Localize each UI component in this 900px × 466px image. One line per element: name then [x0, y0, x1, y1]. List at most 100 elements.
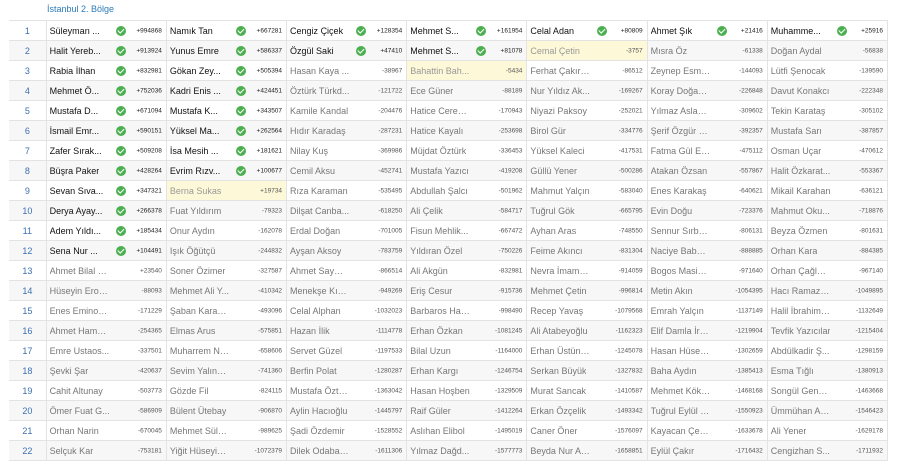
candidate-cell[interactable]: Namık Tan +667281 [165, 20, 288, 41]
candidate-cell[interactable]: Ayşan Aksoy -783759 [286, 240, 408, 261]
candidate-cell[interactable]: Halit Özkarat... -553367 [766, 160, 889, 181]
candidate-cell[interactable]: Davut Konakcı -222348 [766, 80, 889, 101]
candidate-cell[interactable]: Orhan Kara -884385 [766, 240, 889, 261]
candidate-cell[interactable]: Süleyman ... +994868 [45, 20, 167, 41]
candidate-cell[interactable]: Emre Ustaos... -337501 [45, 340, 167, 361]
candidate-cell[interactable]: Esma Tığlı -1380913 [766, 360, 889, 381]
candidate-cell[interactable]: Zeynep Esme... -144093 [646, 60, 768, 81]
candidate-cell[interactable]: Mehmet Çetin -996814 [526, 280, 648, 301]
candidate-cell[interactable]: Tuğrul Gök -665795 [526, 200, 648, 221]
candidate-cell[interactable]: Derya Ayay... +266378 [45, 200, 167, 221]
candidate-cell[interactable]: Cengizhan S... -1711932 [766, 440, 889, 461]
candidate-cell[interactable]: Yiğit Hüseyin ... -1072379 [165, 440, 288, 461]
candidate-cell[interactable]: Raif Güler -1412264 [406, 400, 528, 421]
candidate-cell[interactable]: Özgül Saki +47410 [286, 40, 408, 61]
candidate-cell[interactable]: Halit Yereb... +913924 [45, 40, 167, 61]
candidate-cell[interactable]: Celal Adan +80809 [526, 20, 648, 41]
candidate-cell[interactable]: Hüseyin Eroğlu -88093 [45, 280, 167, 301]
candidate-cell[interactable]: Aylin Hacıoğlu -1445797 [286, 400, 408, 421]
candidate-cell[interactable]: Ali Atabeyoğlu -1162323 [526, 320, 648, 341]
candidate-cell[interactable]: Tekin Karataş -305102 [766, 100, 889, 121]
candidate-cell[interactable]: Mustafa Sarı -387857 [766, 120, 889, 141]
candidate-cell[interactable]: Rabia İlhan +832981 [45, 60, 167, 81]
candidate-cell[interactable]: Hatice Kayalı -253698 [406, 120, 528, 141]
candidate-cell[interactable]: Sevim Yalınkılıç -741360 [165, 360, 288, 381]
candidate-cell[interactable]: Zafer Sırak... +509208 [45, 140, 167, 161]
candidate-cell[interactable]: Hazan İlik -1114778 [286, 320, 408, 341]
candidate-cell[interactable]: Hıdır Karadaş -287231 [286, 120, 408, 141]
candidate-cell[interactable]: Gökan Zey... +505394 [165, 60, 288, 81]
candidate-cell[interactable]: Soner Özimer -327587 [165, 260, 288, 281]
candidate-cell[interactable]: Yıldıran Özel -750226 [406, 240, 528, 261]
candidate-cell[interactable]: Mehmet Süle... -989625 [165, 420, 288, 441]
candidate-cell[interactable]: Şerif Özgür U... -392357 [646, 120, 768, 141]
candidate-cell[interactable]: Işık Öğütçü -244832 [165, 240, 288, 261]
candidate-cell[interactable]: Kayacan Çen... -1633678 [646, 420, 768, 441]
candidate-cell[interactable]: Celal Alphan -1032023 [286, 300, 408, 321]
candidate-cell[interactable]: Gözde Fil -824115 [165, 380, 288, 401]
candidate-cell[interactable]: Öztürk Türkd... -121722 [286, 80, 408, 101]
candidate-cell[interactable]: Kamile Kandal -204476 [286, 100, 408, 121]
candidate-cell[interactable]: Şadi Özdemir -1528552 [286, 420, 408, 441]
candidate-cell[interactable]: Koray Doğan ... -226848 [646, 80, 768, 101]
candidate-cell[interactable]: Aslıhan Elibol -1495019 [406, 420, 528, 441]
candidate-cell[interactable]: Ahmet Saymadi -866514 [286, 260, 408, 281]
candidate-cell[interactable]: Mustafa Yazıcı -419208 [406, 160, 528, 181]
candidate-cell[interactable]: Onur Aydın -162078 [165, 220, 288, 241]
candidate-cell[interactable]: Şevki Şar -420637 [45, 360, 167, 381]
candidate-cell[interactable]: Erdal Doğan -701005 [286, 220, 408, 241]
candidate-cell[interactable]: Feime Akıncı -831304 [526, 240, 648, 261]
candidate-cell[interactable]: Recep Yavaş -1079568 [526, 300, 648, 321]
candidate-cell[interactable]: Osman Uçar -470612 [766, 140, 889, 161]
candidate-cell[interactable]: Cemal Çetin -3757 [526, 40, 648, 61]
candidate-cell[interactable]: Mehmet S... +161954 [406, 20, 528, 41]
candidate-cell[interactable]: Enes Karakaş -640621 [646, 180, 768, 201]
candidate-cell[interactable]: Mustafa D... +671094 [45, 100, 167, 121]
candidate-cell[interactable]: Nur Yıldız Ak... -169267 [526, 80, 648, 101]
candidate-cell[interactable]: Murat Sancak -1410587 [526, 380, 648, 401]
candidate-cell[interactable]: İsa Mesih ... +181621 [165, 140, 288, 161]
candidate-cell[interactable]: Ümmühan Ad... -1546423 [766, 400, 889, 421]
candidate-cell[interactable]: Rıza Karaman -535495 [286, 180, 408, 201]
candidate-cell[interactable]: Abdullah Şalcı -501962 [406, 180, 528, 201]
candidate-cell[interactable]: Birol Gür -334776 [526, 120, 648, 141]
candidate-cell[interactable]: Yüksel Ma... +262564 [165, 120, 288, 141]
candidate-cell[interactable]: Fatma Gül Er... -475112 [646, 140, 768, 161]
candidate-cell[interactable]: Ali Yener -1629178 [766, 420, 889, 441]
candidate-cell[interactable]: Elmas Arus -575851 [165, 320, 288, 341]
candidate-cell[interactable]: Beyda Nur Ay... -1658851 [526, 440, 648, 461]
candidate-cell[interactable]: Erhan Üstünb... -1245078 [526, 340, 648, 361]
candidate-cell[interactable]: Tuğrul Eylül C... -1550923 [646, 400, 768, 421]
candidate-cell[interactable]: Tevfik Yazıcılar -1215404 [766, 320, 889, 341]
candidate-cell[interactable]: Mehmet Köksal -1468168 [646, 380, 768, 401]
candidate-cell[interactable]: Erhan Kargı -1246754 [406, 360, 528, 381]
candidate-cell[interactable]: Fuat Yıldırım -79323 [165, 200, 288, 221]
candidate-cell[interactable]: Hatice Ceren ... -170943 [406, 100, 528, 121]
candidate-cell[interactable]: Yılmaz Dağd... -1577773 [406, 440, 528, 461]
candidate-cell[interactable]: Mustafa K... +343507 [165, 100, 288, 121]
candidate-cell[interactable]: Bilal Uzun -1164000 [406, 340, 528, 361]
candidate-cell[interactable]: Baha Aydın -1385413 [646, 360, 768, 381]
candidate-cell[interactable]: Yüksel Kaleci -417531 [526, 140, 648, 161]
candidate-cell[interactable]: Mahmut Oku... -718876 [766, 200, 889, 221]
candidate-cell[interactable]: Evrim Rızv... +100677 [165, 160, 288, 181]
candidate-cell[interactable]: Berfin Polat -1280287 [286, 360, 408, 381]
candidate-cell[interactable]: Dilek Odabaş... -1611306 [286, 440, 408, 461]
candidate-cell[interactable]: Ali Akgün -832981 [406, 260, 528, 281]
candidate-cell[interactable]: Büşra Paker +428264 [45, 160, 167, 181]
candidate-cell[interactable]: Mustafa Öztürk -1363042 [286, 380, 408, 401]
candidate-cell[interactable]: Mehmet S... +81078 [406, 40, 528, 61]
candidate-cell[interactable]: Emrah Yalçın -1137149 [646, 300, 768, 321]
candidate-cell[interactable]: Sennur Sırbu... -806131 [646, 220, 768, 241]
candidate-cell[interactable]: Ömer Fuat G... -586909 [45, 400, 167, 421]
candidate-cell[interactable]: Güllü Yener -500286 [526, 160, 648, 181]
candidate-cell[interactable]: Hacı Ramaza... -1049895 [766, 280, 889, 301]
candidate-cell[interactable]: Atakan Özsan -557867 [646, 160, 768, 181]
candidate-cell[interactable]: Muharrem Na... -658606 [165, 340, 288, 361]
candidate-cell[interactable]: Elif Damla İrgin -1219904 [646, 320, 768, 341]
candidate-cell[interactable]: Orhan Çağlay... -967140 [766, 260, 889, 281]
candidate-cell[interactable]: Ali Çelik -584717 [406, 200, 528, 221]
candidate-cell[interactable]: Selçuk Kar -753181 [45, 440, 167, 461]
candidate-cell[interactable]: Evin Doğu -723376 [646, 200, 768, 221]
candidate-cell[interactable]: Sevan Sıva... +347321 [45, 180, 167, 201]
